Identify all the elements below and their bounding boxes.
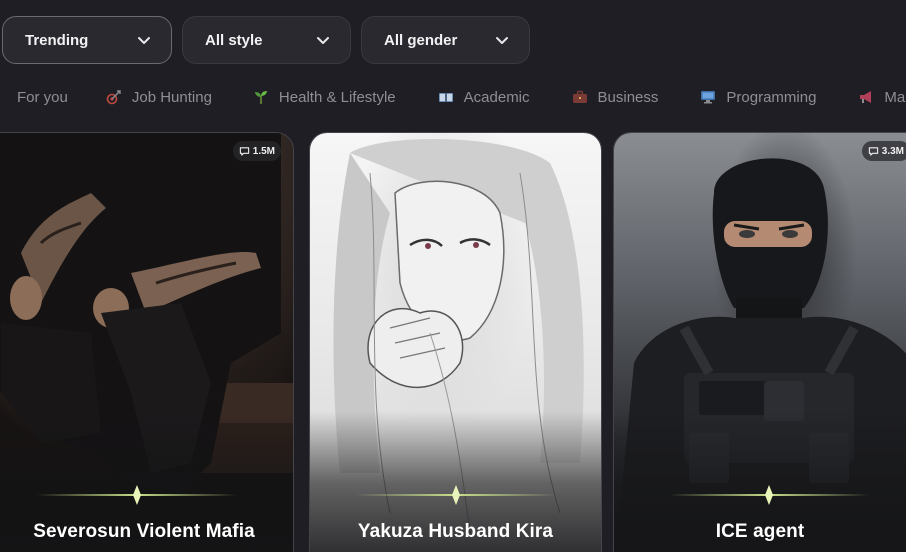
style-dropdown-label: All style [205,31,263,49]
chat-count: 3.3M [881,145,904,157]
book-icon [438,93,453,102]
character-card[interactable]: 3.3M ICE agent [613,132,906,552]
sparkle-divider [37,485,237,505]
computer-icon [701,91,716,104]
tab-label: Job Hunting [131,88,212,106]
sort-dropdown-label: Trending [25,31,89,49]
megaphone-icon [860,91,872,103]
sparkle-divider [355,485,556,505]
chat-count-badge: 3.3M [861,141,906,161]
tab-label: Academic [463,88,530,106]
tab-label: Ma [884,88,906,106]
chevron-down-icon [496,37,508,44]
chat-bubble-icon [868,146,878,156]
target-arrow-icon [106,90,121,105]
tab-label: Business [597,88,659,106]
gender-dropdown[interactable]: All gender [361,16,530,64]
tab-label: Health & Lifestyle [278,88,396,106]
style-dropdown[interactable]: All style [182,16,351,64]
sprout-icon [254,91,267,104]
character-card[interactable]: 1.5M Severosun Violent Mafia [0,132,294,552]
chevron-down-icon [317,37,329,44]
tab-business[interactable]: Business [572,88,659,106]
briefcase-icon [572,90,587,103]
tab-programming[interactable]: Programming [700,89,816,106]
tab-label: Programming [726,88,817,106]
chat-count: 1.5M [252,145,275,157]
sparkle-divider [669,485,869,505]
card-title: Severosun Violent Mafia [33,521,255,542]
character-browser: Trending All style All gender For you Jo… [0,0,906,552]
tab-label: For you [17,88,68,106]
tab-job-hunting[interactable]: Job Hunting [106,89,212,106]
chat-count-badge: 1.5M [232,141,281,161]
chat-bubble-icon [239,146,249,156]
chevron-down-icon [138,37,150,44]
tab-health-lifestyle[interactable]: Health & Lifestyle [253,89,396,106]
category-tabs: For you Job Hunting Health & Lifestyle A… [0,86,905,108]
gender-dropdown-label: All gender [384,31,458,49]
tab-marketing[interactable]: Ma [858,89,905,106]
filter-bar: Trending All style All gender [0,16,530,64]
character-card[interactable]: Yakuza Husband Kira [309,132,602,552]
card-title: Yakuza Husband Kira [357,521,554,542]
tab-for-you[interactable]: For you [17,89,68,106]
sort-dropdown[interactable]: Trending [2,16,172,64]
card-title: ICE agent [715,521,805,542]
tab-academic[interactable]: Academic [438,89,530,106]
